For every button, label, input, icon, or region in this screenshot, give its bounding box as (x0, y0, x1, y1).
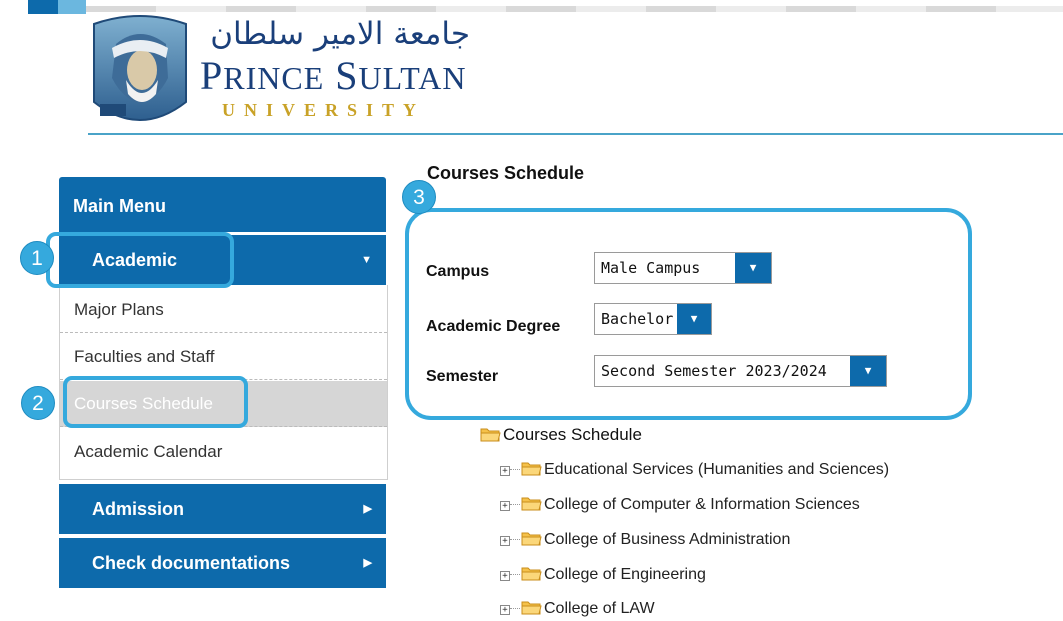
tree-connector (510, 504, 520, 505)
submenu-item-major-plans[interactable]: Major Plans (60, 287, 387, 333)
menu-category-admission[interactable]: Admission ▶ (59, 484, 386, 534)
tree-root-label: Courses Schedule (503, 425, 642, 444)
expand-plus-icon[interactable]: + (500, 466, 510, 476)
folder-icon (521, 497, 542, 511)
tree-node-label: Educational Services (Humanities and Sci… (544, 461, 890, 478)
tree-connector (510, 574, 520, 575)
logo-word-ultan: ULTAN (358, 60, 467, 96)
expand-plus-icon[interactable]: + (500, 605, 510, 615)
caret-right-icon: ▶ (363, 503, 372, 515)
logo-english-name: PRINCE SULTAN (200, 54, 466, 100)
tree-root-node[interactable]: Courses Schedule (480, 423, 780, 447)
folder-icon (480, 428, 501, 442)
annotation-ring-academic (46, 232, 234, 288)
logo-letter-s: S (335, 53, 359, 98)
page-title: Courses Schedule (427, 163, 585, 183)
annotation-badge-step-2: 2 (21, 386, 55, 420)
logo-word-rince: RINCE (223, 60, 325, 96)
annotation-ring-courses-schedule (63, 376, 248, 428)
folder-icon (521, 532, 542, 546)
expand-plus-icon[interactable]: + (500, 571, 510, 581)
university-logo[interactable]: جامعة الامير سلطان PRINCE SULTAN UNIVERS… (88, 14, 470, 132)
folder-icon (521, 601, 542, 615)
tree-node-label: College of Engineering (544, 566, 706, 583)
main-menu-title: Main Menu (59, 177, 386, 232)
header-divider (88, 133, 1063, 135)
folder-icon (521, 567, 542, 581)
prince-portrait-emblem (93, 15, 187, 121)
tree-connector (510, 608, 520, 609)
submenu-item-academic-calendar[interactable]: Academic Calendar (60, 429, 387, 475)
submenu-item-faculties-and-staff[interactable]: Faculties and Staff (60, 334, 387, 380)
annotation-badge-step-1: 1 (20, 241, 54, 275)
tree-node-label: College of Computer & Information Scienc… (544, 496, 860, 513)
tree-connector (510, 469, 520, 470)
expand-plus-icon[interactable]: + (500, 501, 510, 511)
annotation-ring-form (405, 208, 972, 420)
accent-block-dark (28, 0, 58, 14)
accent-block-light (58, 0, 86, 14)
tree-node[interactable]: + College of LAW (500, 597, 655, 621)
menu-category-label: Admission (92, 499, 185, 519)
tree-node[interactable]: + Educational Services (Humanities and Sc… (500, 458, 889, 482)
tree-connector (510, 539, 520, 540)
annotation-badge-step-3: 3 (402, 180, 436, 214)
expand-plus-icon[interactable]: + (500, 536, 510, 546)
logo-letter-p: P (200, 53, 224, 98)
tree-node-label: College of LAW (544, 600, 655, 617)
tree-node-label: College of Business Administration (544, 531, 791, 548)
logo-arabic-name: جامعة الامير سلطان (210, 16, 470, 52)
caret-right-icon: ▶ (363, 557, 372, 569)
accent-bar-grey (86, 6, 1063, 12)
caret-down-icon: ▼ (361, 254, 372, 266)
top-accent-strip (0, 0, 1063, 14)
tree-node[interactable]: + College of Computer & Information Scien… (500, 493, 860, 517)
logo-university-word: UNIVERSITY (222, 100, 426, 120)
tree-node[interactable]: + College of Business Administration (500, 528, 790, 552)
tree-node[interactable]: + College of Engineering (500, 563, 706, 587)
menu-category-label: Check documentations (92, 553, 291, 573)
folder-icon (521, 462, 542, 476)
menu-category-check-documentations[interactable]: Check documentations ▶ (59, 538, 386, 588)
